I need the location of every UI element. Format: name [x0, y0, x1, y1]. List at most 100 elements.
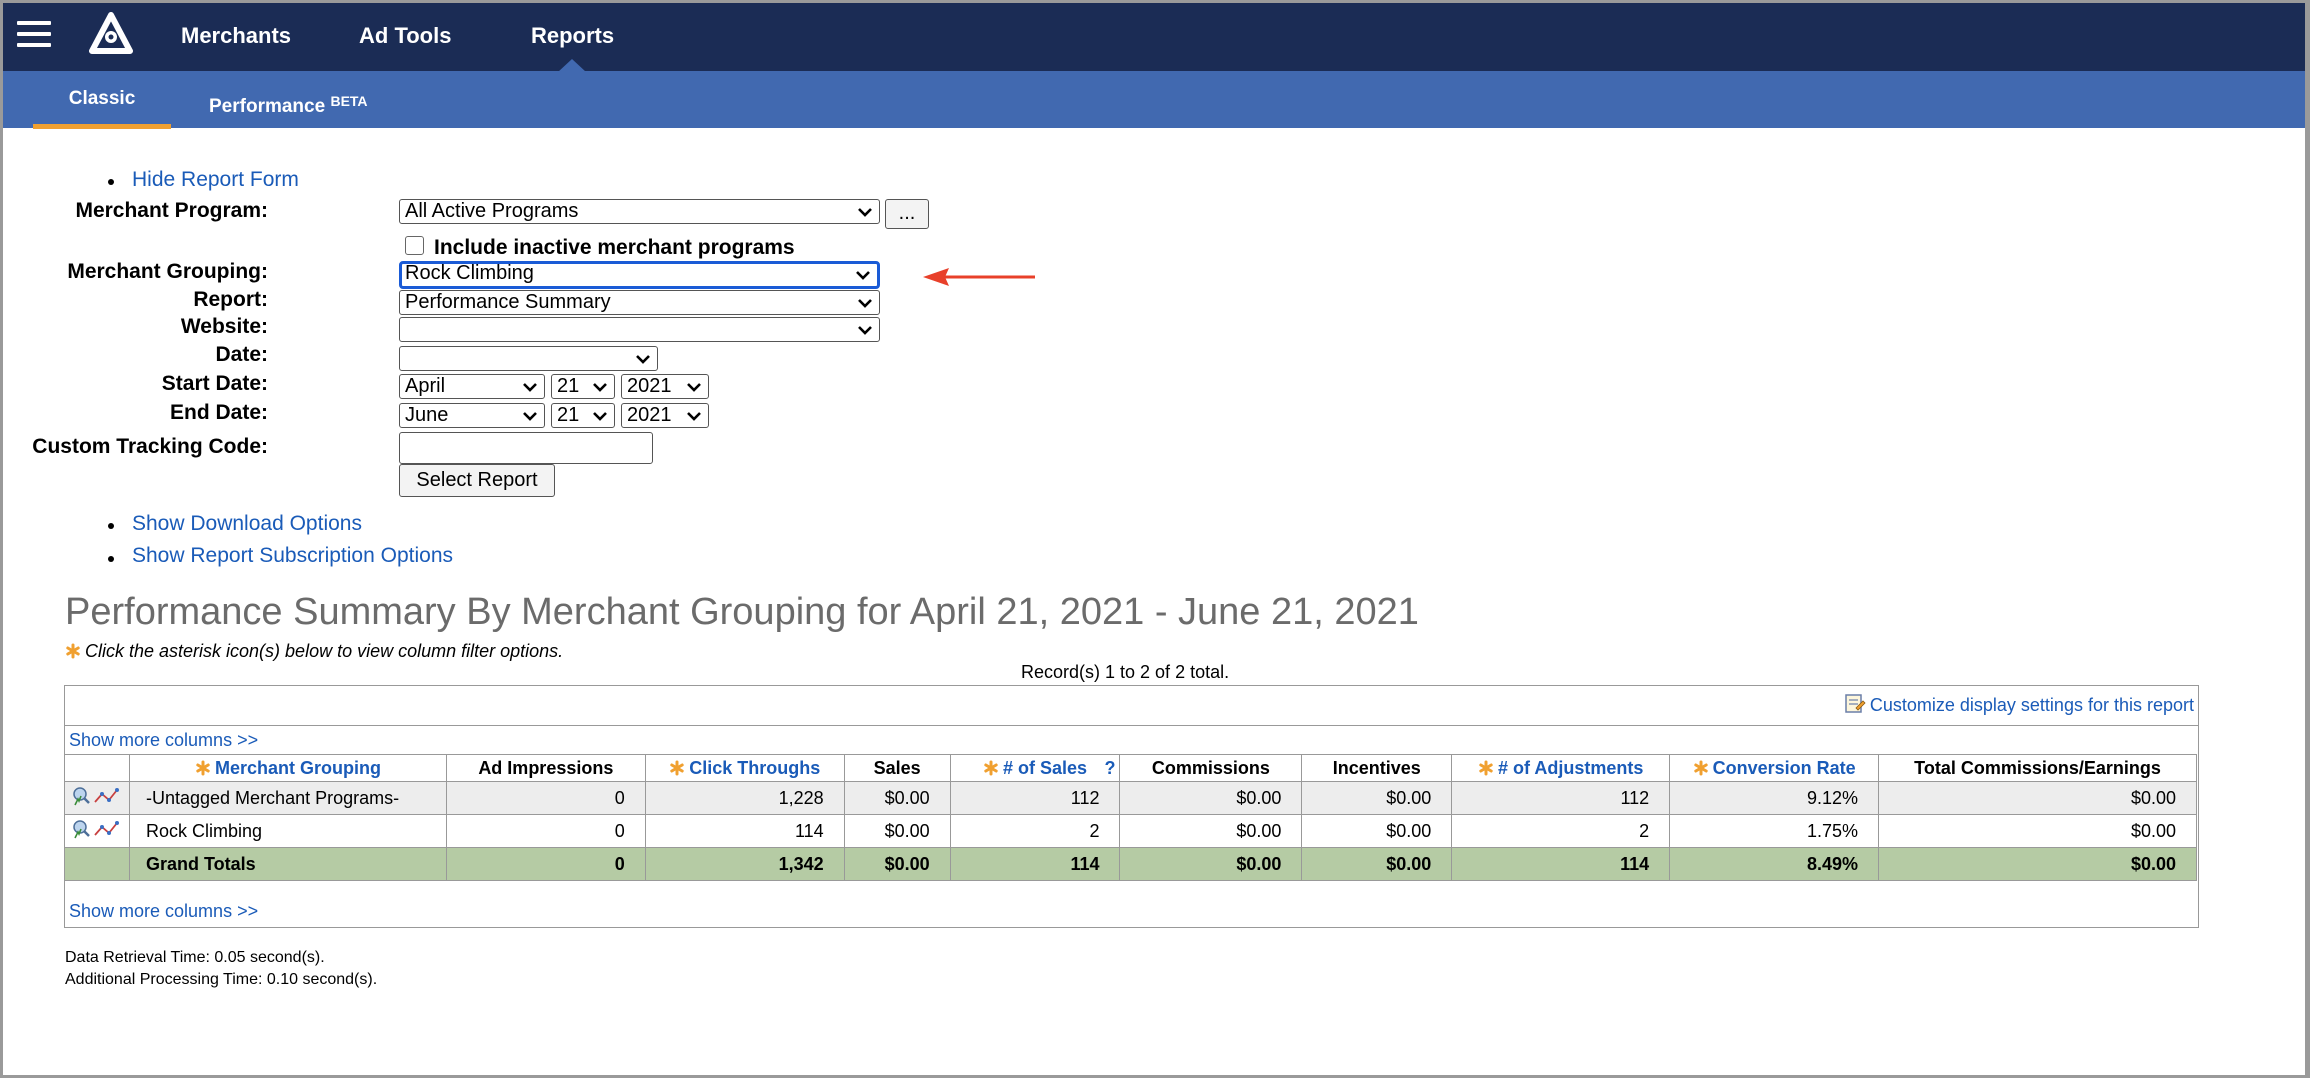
cell-ad-impressions: 0 — [445, 781, 646, 815]
cell-num-sales: 2 — [949, 814, 1121, 848]
cell-commissions: $0.00 — [1119, 781, 1303, 815]
tab-classic[interactable]: Classic — [33, 71, 171, 129]
col-click-throughs[interactable]: Click Throughs — [644, 754, 845, 782]
logo[interactable] — [85, 11, 137, 59]
cell-sales: $0.00 — [843, 814, 951, 848]
show-more-columns-link[interactable]: Show more columns >> — [69, 730, 258, 751]
row-action-icons — [64, 781, 130, 815]
chevron-down-icon — [858, 299, 872, 308]
filter-hint: Click the asterisk icon(s) below to view… — [65, 641, 563, 662]
end-month-select[interactable]: June — [399, 403, 545, 428]
show-download-options-link[interactable]: Show Download Options — [132, 512, 362, 536]
list-bullet — [108, 179, 114, 185]
col-conversion-rate-label: Conversion Rate — [1712, 757, 1856, 778]
cell-merchant-grouping: -Untagged Merchant Programs- — [129, 781, 447, 815]
cell-conversion-rate: 9.12% — [1669, 781, 1880, 815]
report-label: Report: — [193, 288, 268, 311]
cell-conversion-rate: 8.49% — [1669, 847, 1880, 881]
table-header-row: Merchant Grouping Ad Impressions Click T… — [64, 754, 2197, 782]
cell-merchant-grouping: Rock Climbing — [129, 814, 447, 848]
start-day-select[interactable]: 21 — [551, 374, 615, 399]
additional-processing-time: Additional Processing Time: 0.10 second(… — [65, 971, 378, 988]
cell-sales: $0.00 — [843, 781, 951, 815]
table-row: Rock Climbing 0 114 $0.00 2 $0.00 $0.00 … — [64, 814, 2197, 848]
asterisk-icon[interactable] — [1693, 760, 1709, 776]
menu-icon[interactable] — [17, 21, 51, 47]
cell-ad-impressions: 0 — [445, 847, 646, 881]
col-adjustments[interactable]: # of Adjustments — [1451, 754, 1671, 782]
start-month-select[interactable]: April — [399, 374, 545, 399]
start-day-value: 21 — [557, 375, 580, 397]
cell-total-commissions: $0.00 — [1878, 814, 2197, 848]
chevron-down-icon — [593, 383, 607, 392]
end-year-select[interactable]: 2021 — [621, 403, 709, 428]
nav-merchants[interactable]: Merchants — [181, 23, 291, 49]
list-bullet — [108, 523, 114, 529]
asterisk-icon — [66, 643, 80, 659]
cell-adjustments: 114 — [1451, 847, 1671, 881]
asterisk-icon[interactable] — [669, 760, 685, 776]
totals-spacer — [64, 847, 130, 881]
website-select[interactable] — [399, 317, 880, 342]
col-merchant-grouping[interactable]: Merchant Grouping — [129, 754, 447, 782]
show-report-subscription-options-link[interactable]: Show Report Subscription Options — [132, 544, 453, 568]
customize-settings-icon — [1845, 694, 1866, 713]
merchant-grouping-select[interactable]: Rock Climbing — [399, 261, 880, 289]
chevron-down-icon — [523, 383, 537, 392]
merchant-grouping-value: Rock Climbing — [405, 262, 534, 284]
cell-incentives: $0.00 — [1301, 847, 1453, 881]
col-conversion-rate[interactable]: Conversion Rate — [1669, 754, 1880, 782]
cell-click-throughs: 1,342 — [644, 847, 845, 881]
cell-grand-totals-label: Grand Totals — [129, 847, 447, 881]
show-more-columns-link[interactable]: Show more columns >> — [69, 901, 258, 922]
row-action-icons — [64, 814, 130, 848]
website-label: Website: — [180, 315, 268, 338]
sales-help-link[interactable]: ? — [1104, 758, 1115, 779]
end-day-value: 21 — [557, 404, 580, 426]
cell-incentives: $0.00 — [1301, 781, 1453, 815]
divider — [65, 725, 2198, 726]
nav-ad-tools[interactable]: Ad Tools — [359, 23, 451, 49]
chevron-down-icon — [858, 326, 872, 335]
asterisk-icon[interactable] — [983, 760, 999, 776]
date-label: Date: — [215, 343, 268, 366]
merchant-program-value: All Active Programs — [405, 200, 579, 222]
end-date-label: End Date: — [169, 401, 268, 424]
chevron-down-icon — [687, 412, 701, 421]
custom-tracking-code-input[interactable] — [399, 432, 653, 464]
asterisk-icon[interactable] — [195, 760, 211, 776]
col-num-sales[interactable]: # of Sales? — [949, 754, 1121, 782]
cell-num-sales: 114 — [949, 847, 1121, 881]
filter-hint-text: Click the asterisk icon(s) below to view… — [85, 641, 564, 661]
merchant-program-select[interactable]: All Active Programs — [399, 199, 880, 224]
record-count: Record(s) 1 to 2 of 2 total. — [1021, 662, 1230, 682]
asterisk-icon[interactable] — [1478, 760, 1494, 776]
grand-totals-row: Grand Totals 0 1,342 $0.00 114 $0.00 $0.… — [64, 847, 2197, 881]
more-programs-button[interactable]: ... — [885, 199, 929, 229]
select-report-button[interactable]: Select Report — [399, 464, 555, 497]
chevron-down-icon — [593, 412, 607, 421]
customize-display-link[interactable]: Customize display settings for this repo… — [1844, 692, 2194, 716]
merchant-program-label: Merchant Program: — [75, 199, 268, 222]
cell-click-throughs: 1,228 — [644, 781, 845, 815]
cell-ad-impressions: 0 — [445, 814, 646, 848]
cell-num-sales: 112 — [949, 781, 1121, 815]
nav-reports[interactable]: Reports — [531, 23, 614, 49]
date-select[interactable] — [399, 346, 658, 371]
row-detail-icon[interactable] — [71, 818, 123, 840]
cell-adjustments: 112 — [1451, 781, 1671, 815]
chevron-down-icon — [523, 412, 537, 421]
end-year-value: 2021 — [627, 404, 672, 426]
start-year-select[interactable]: 2021 — [621, 374, 709, 399]
merchant-grouping-label: Merchant Grouping: — [67, 260, 268, 283]
cell-total-commissions: $0.00 — [1878, 781, 2197, 815]
include-inactive-checkbox[interactable] — [405, 236, 424, 255]
tab-performance[interactable]: Performance BETA — [209, 71, 368, 128]
row-detail-icon[interactable] — [71, 785, 123, 807]
end-day-select[interactable]: 21 — [551, 403, 615, 428]
start-year-value: 2021 — [627, 375, 672, 397]
report-select[interactable]: Performance Summary — [399, 290, 880, 315]
report-table: Merchant Grouping Ad Impressions Click T… — [64, 754, 2197, 881]
header-cell — [64, 754, 130, 782]
hide-report-form-link[interactable]: Hide Report Form — [132, 168, 299, 192]
